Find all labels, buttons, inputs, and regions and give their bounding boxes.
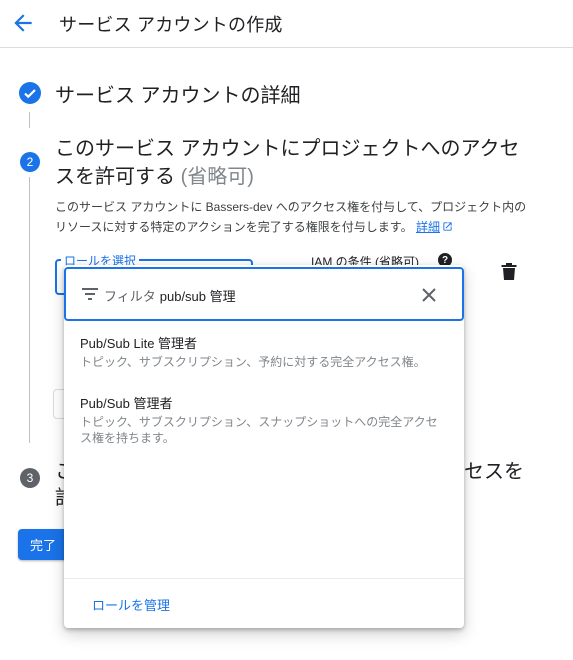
learn-more-link[interactable]: 詳細: [416, 220, 453, 234]
role-option-title: Pub/Sub 管理者: [80, 396, 173, 411]
delete-icon[interactable]: [501, 263, 517, 281]
filter-text: フィルタ pub/sub 管理: [104, 286, 236, 305]
step-2-title-text: このサービス アカウントにプロジェクトへのアクセスを許可する: [55, 138, 520, 188]
filter-value: pub/sub 管理: [159, 289, 236, 304]
role-option-title: Pub/Sub Lite 管理者: [80, 336, 198, 351]
step-2-description-text: このサービス アカウントに Bassers-dev へのアクセス権を付与して、プ…: [55, 200, 527, 234]
step-3-title-fragment: セスを: [464, 461, 524, 483]
page-title: サービス アカウントの作成: [59, 15, 283, 35]
role-dropdown: フィルタ pub/sub 管理 Pub/Sub Lite 管理者 トピック、サブス…: [64, 265, 464, 628]
divider: [64, 578, 464, 579]
step-2-number: 2: [20, 152, 40, 172]
step-2-description: このサービス アカウントに Bassers-dev へのアクセス権を付与して、プ…: [55, 197, 530, 237]
page-header: サービス アカウントの作成: [0, 0, 573, 48]
filter-prefix: フィルタ: [104, 289, 156, 304]
stepper-connector: [29, 177, 30, 443]
step-3-number: 3: [20, 468, 40, 488]
open-in-new-icon: [443, 222, 452, 231]
step-1-check-icon: [19, 82, 41, 104]
role-option-description: トピック、サブスクリプション、予約に対する完全アクセス権。: [80, 355, 426, 369]
step-1-title[interactable]: サービス アカウントの詳細: [55, 79, 301, 108]
role-option-description: トピック、サブスクリプション、スナップショットへの完全アクセス権を持ちます。: [80, 415, 438, 445]
close-icon[interactable]: [420, 286, 438, 304]
filter-icon: [82, 288, 98, 300]
step-2-optional-text: (省略可): [180, 166, 254, 188]
role-option[interactable]: Pub/Sub 管理者 トピック、サブスクリプション、スナップショットへの完全ア…: [64, 395, 464, 455]
filter-input[interactable]: フィルタ pub/sub 管理: [64, 267, 464, 321]
role-option[interactable]: Pub/Sub Lite 管理者 トピック、サブスクリプション、予約に対する完全…: [64, 335, 464, 390]
arrow-back-icon[interactable]: [10, 10, 36, 36]
stepper-connector: [29, 112, 30, 128]
step-2-title: このサービス アカウントにプロジェクトへのアクセスを許可する (省略可): [55, 135, 530, 191]
manage-roles-link[interactable]: ロールを管理: [92, 595, 170, 614]
